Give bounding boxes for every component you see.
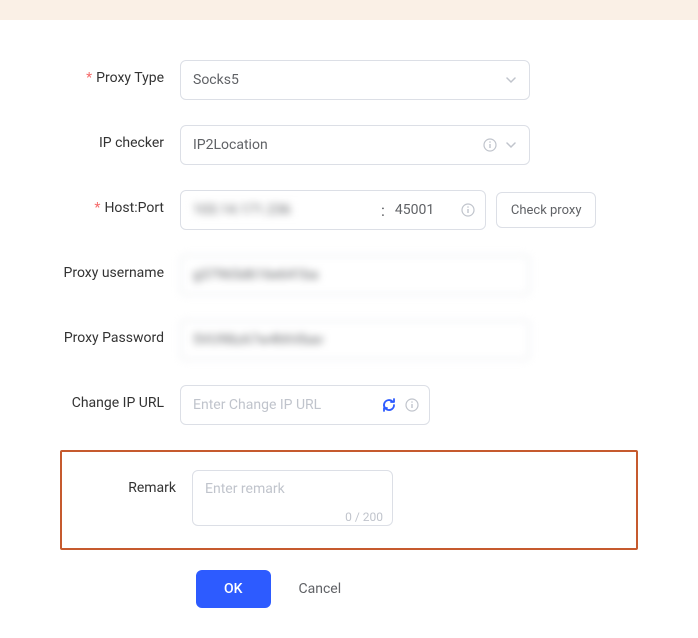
remark-highlight-box: Remark 0 / 200 [60,450,638,550]
row-change-ip-url: Change IP URL [60,385,638,425]
footer-buttons: OK Cancel [60,570,638,608]
remark-counter: 0 / 200 [345,510,383,524]
row-remark: Remark 0 / 200 [72,470,626,530]
row-ip-checker: IP checker IP2Location [60,125,638,165]
check-proxy-button[interactable]: Check proxy [496,192,597,228]
label-ip-checker: IP checker [60,125,180,151]
proxy-username-input[interactable] [180,255,530,295]
refresh-icon[interactable] [381,397,397,413]
host-port-group: : [180,190,486,230]
port-input[interactable] [393,201,453,219]
label-proxy-type: *Proxy Type [60,60,180,86]
row-proxy-type: *Proxy Type Socks5 [60,60,638,100]
chevron-down-icon [505,139,517,151]
proxy-type-select[interactable]: Socks5 [180,60,530,100]
change-ip-url-input[interactable] [191,396,373,414]
top-accent-bar [0,0,698,20]
row-proxy-username: Proxy username [60,255,638,295]
ip-checker-select[interactable]: IP2Location [180,125,530,165]
label-proxy-username: Proxy username [60,255,180,281]
label-proxy-password: Proxy Password [60,320,180,346]
row-host-port: *Host:Port : Check proxy [60,190,638,230]
ok-button[interactable]: OK [196,570,271,608]
row-proxy-password: Proxy Password [60,320,638,360]
chevron-down-icon [505,74,517,86]
proxy-type-value: Socks5 [193,72,239,88]
change-ip-url-group [180,385,430,425]
info-icon [483,138,497,152]
cancel-button[interactable]: Cancel [293,580,348,598]
host-input[interactable] [191,201,373,219]
info-icon [405,398,419,412]
ip-checker-value: IP2Location [193,137,268,153]
proxy-password-input[interactable] [180,320,530,360]
proxy-form: *Proxy Type Socks5 IP checker IP2Locatio… [0,20,698,638]
label-remark: Remark [72,470,192,496]
label-change-ip-url: Change IP URL [60,385,180,411]
info-icon [461,203,475,217]
host-port-separator: : [381,201,385,220]
label-host-port: *Host:Port [60,190,180,216]
